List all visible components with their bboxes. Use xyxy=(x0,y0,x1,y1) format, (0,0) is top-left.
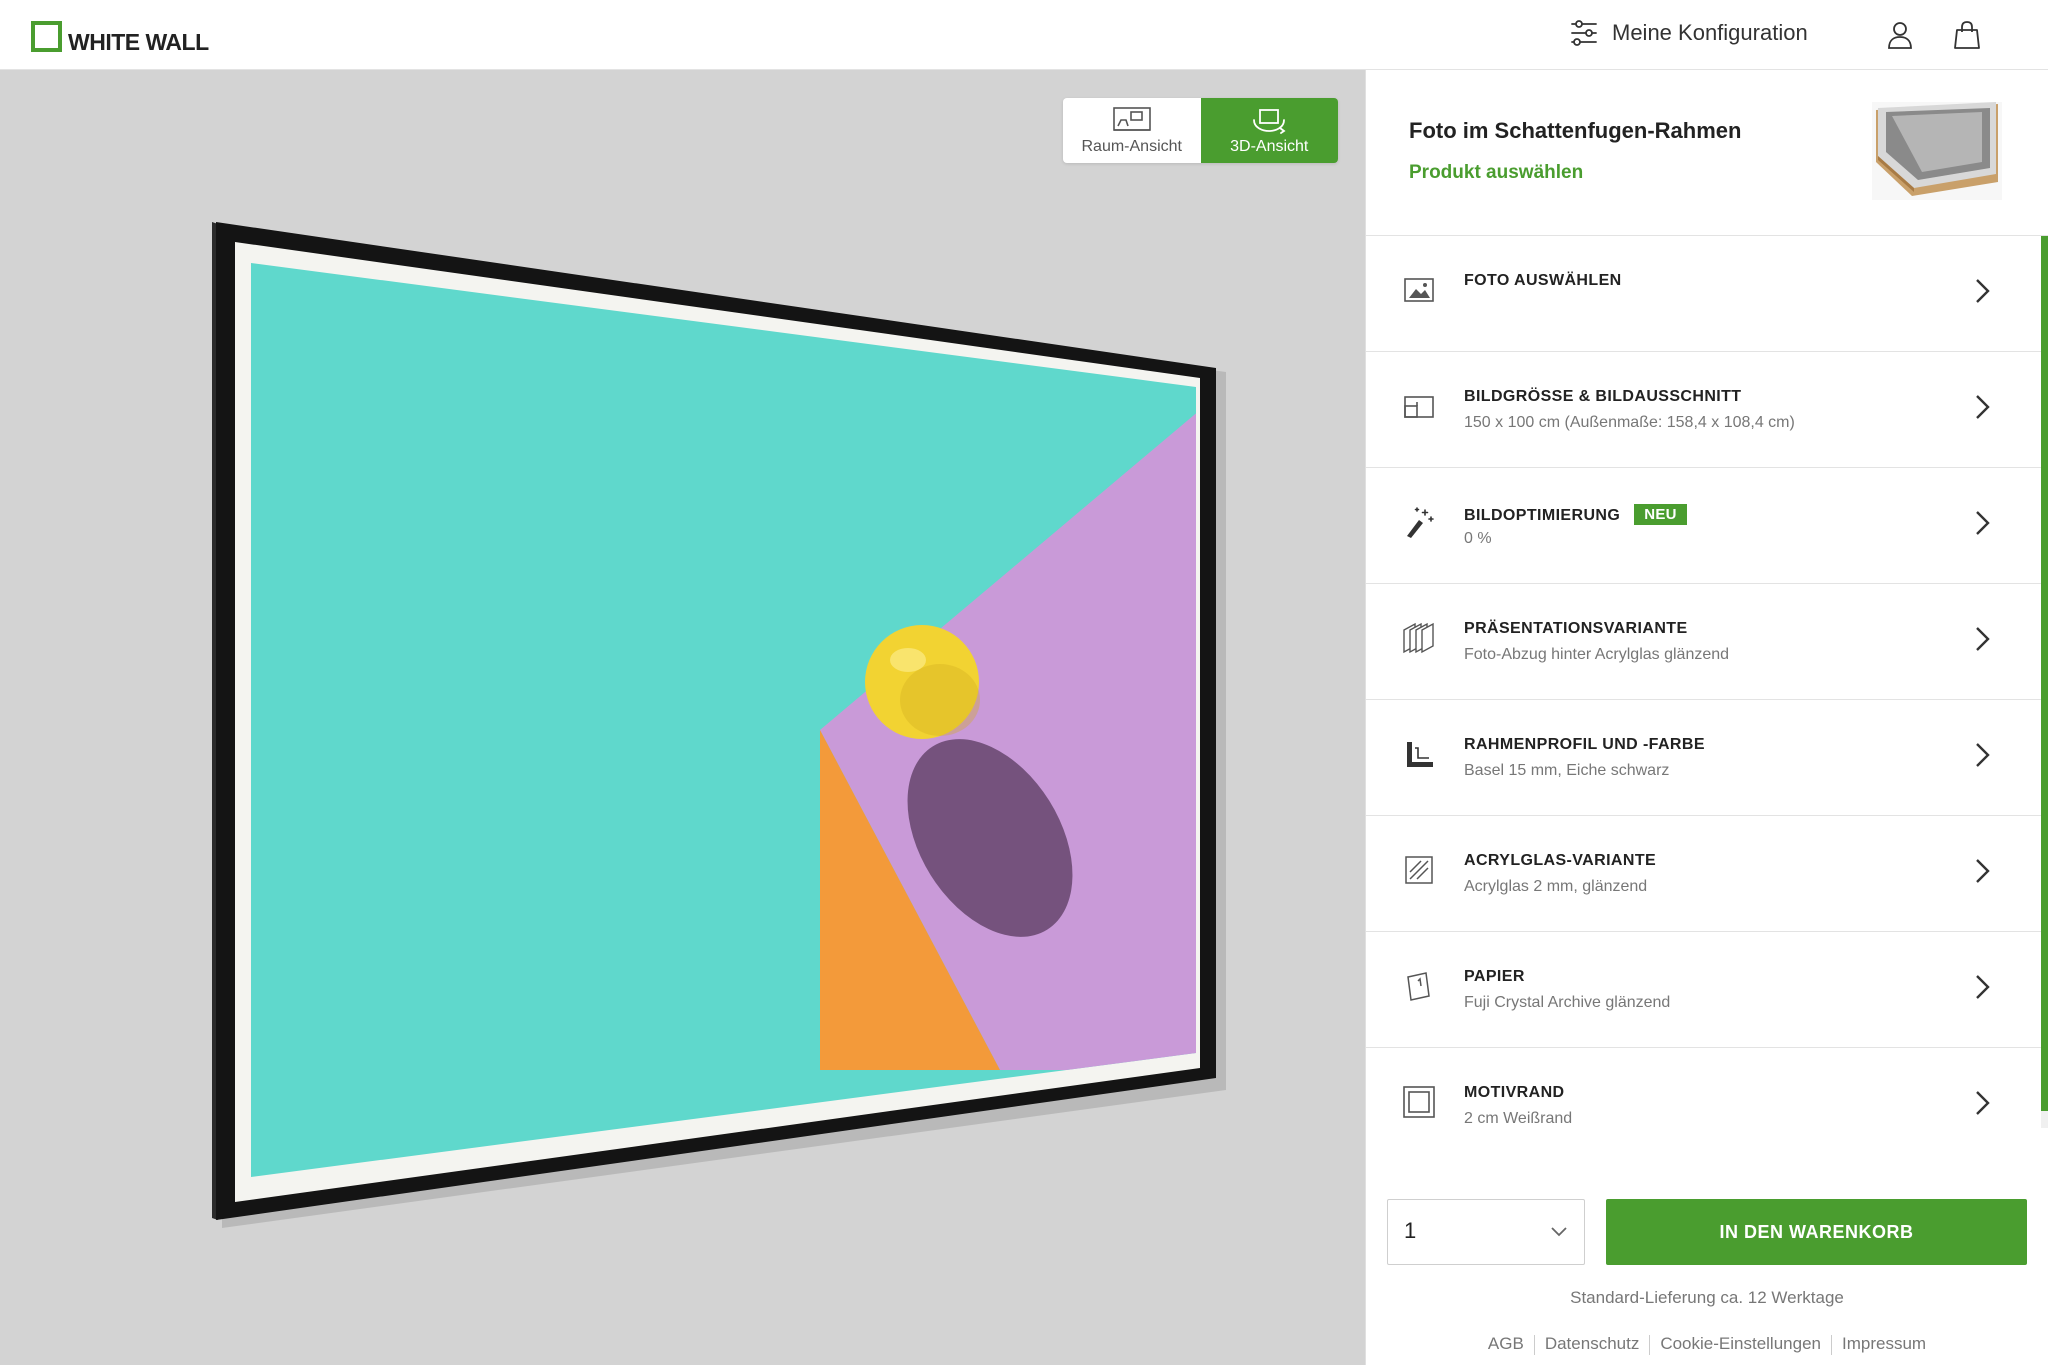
option-value: Fuji Crystal Archive glänzend xyxy=(1464,994,1671,1011)
option-foto-auswaehlen[interactable]: FOTO AUSWÄHLEN xyxy=(1366,236,2041,352)
option-motivrand[interactable]: MOTIVRAND 2 cm Weißrand xyxy=(1366,1048,2041,1128)
footer-link-cookie-settings[interactable]: Cookie-Einstellungen xyxy=(1650,1334,1831,1355)
whitewall-logo[interactable]: WHITE WALL xyxy=(31,18,209,54)
chevron-right-icon xyxy=(1976,279,1990,303)
option-value: 150 x 100 cm (Außenmaße: 158,4 x 108,4 c… xyxy=(1464,414,1795,431)
option-title: BILDGRÖSSE & BILDAUSSCHNITT xyxy=(1464,388,1742,405)
border-icon xyxy=(1403,1086,1435,1118)
option-bildgroesse[interactable]: BILDGRÖSSE & BILDAUSSCHNITT 150 x 100 cm… xyxy=(1366,352,2041,468)
product-title: Foto im Schattenfugen-Rahmen xyxy=(1409,118,1742,143)
footer-links: AGB Datenschutz Cookie-Einstellungen Imp… xyxy=(1366,1334,2048,1355)
quantity-select[interactable]: 1 xyxy=(1387,1199,1585,1265)
option-papier[interactable]: PAPIER Fuji Crystal Archive glänzend xyxy=(1366,932,2041,1048)
delivery-info: Standard-Lieferung ca. 12 Werktage xyxy=(1570,1288,1844,1307)
option-value: Basel 15 mm, Eiche schwarz xyxy=(1464,762,1670,779)
option-title: MOTIVRAND xyxy=(1464,1084,1565,1101)
chevron-right-icon xyxy=(1976,743,1990,767)
option-title: PAPIER xyxy=(1464,968,1525,985)
option-value: 2 cm Weißrand xyxy=(1464,1110,1573,1127)
option-title: ACRYLGLAS-VARIANTE xyxy=(1464,852,1657,869)
chevron-down-icon xyxy=(1551,1227,1567,1237)
product-preview-viewer[interactable]: Raum-Ansicht 3D-Ansicht xyxy=(0,70,1365,1365)
option-rahmenprofil[interactable]: RAHMENPROFIL UND -FARBE Basel 15 mm, Eic… xyxy=(1366,700,2041,816)
room-view-label: Raum-Ansicht xyxy=(1081,137,1182,155)
option-title: PRÄSENTATIONSVARIANTE xyxy=(1464,620,1688,637)
3d-view-label: 3D-Ansicht xyxy=(1230,137,1309,155)
magic-wand-icon xyxy=(1407,507,1434,538)
option-acrylglas-variante[interactable]: ACRYLGLAS-VARIANTE Acrylglas 2 mm, glänz… xyxy=(1366,816,2041,932)
configurator-panel: Foto im Schattenfugen-Rahmen Produkt aus… xyxy=(1365,70,2048,1365)
select-product-link[interactable]: Produkt auswählen xyxy=(1409,162,1583,184)
3d-rotate-icon xyxy=(1253,108,1286,134)
acrylic-glass-icon xyxy=(1405,856,1433,884)
sliders-icon xyxy=(1571,20,1597,46)
crop-size-icon xyxy=(1404,396,1434,418)
product-header: Foto im Schattenfugen-Rahmen Produkt aus… xyxy=(1366,70,2048,236)
shopping-bag-icon[interactable] xyxy=(1952,20,1982,50)
chevron-right-icon xyxy=(1976,627,1990,651)
quantity-value: 1 xyxy=(1404,1218,1417,1243)
options-list: FOTO AUSWÄHLEN BILDGRÖSSE & BILDAUSSCHNI… xyxy=(1366,236,2048,1128)
paper-icon xyxy=(1407,972,1430,1001)
view-toggle: Raum-Ansicht 3D-Ansicht xyxy=(1063,98,1338,163)
option-title: BILDOPTIMIERUNG NEU xyxy=(1464,504,1687,525)
option-value: Foto-Abzug hinter Acrylglas glänzend xyxy=(1464,646,1730,663)
layers-icon xyxy=(1403,622,1434,654)
option-title-text: BILDOPTIMIERUNG xyxy=(1464,507,1621,524)
product-thumbnail[interactable] xyxy=(1872,102,2002,200)
option-value: Acrylglas 2 mm, glänzend xyxy=(1464,878,1648,895)
logo-square-icon xyxy=(31,21,62,52)
chevron-right-icon xyxy=(1976,859,1990,883)
image-icon xyxy=(1404,278,1434,302)
footer-link-agb[interactable]: AGB xyxy=(1478,1334,1534,1355)
framed-artwork-3d-preview xyxy=(212,222,1226,1228)
top-header: WHITE WALL Meine Konfiguration xyxy=(0,0,2048,70)
logo-text: WHITE WALL xyxy=(68,29,209,55)
option-title: FOTO AUSWÄHLEN xyxy=(1464,272,1622,289)
photo-print xyxy=(251,263,1196,1177)
my-configuration-link[interactable]: Meine Konfiguration xyxy=(1570,20,1808,46)
user-icon[interactable] xyxy=(1885,20,1915,50)
footer-link-datenschutz[interactable]: Datenschutz xyxy=(1535,1334,1650,1355)
room-view-icon xyxy=(1112,106,1151,131)
3d-view-button[interactable]: 3D-Ansicht xyxy=(1200,98,1338,163)
room-view-button[interactable]: Raum-Ansicht xyxy=(1063,98,1201,163)
chevron-right-icon xyxy=(1976,395,1990,419)
add-to-cart-button[interactable]: IN DEN WARENKORB xyxy=(1606,1199,2027,1265)
footer-link-impressum[interactable]: Impressum xyxy=(1832,1334,1936,1355)
new-badge: NEU xyxy=(1634,504,1687,525)
config-label: Meine Konfiguration xyxy=(1612,20,1808,45)
option-praesentationsvariante[interactable]: PRÄSENTATIONSVARIANTE Foto-Abzug hinter … xyxy=(1366,584,2041,700)
chevron-right-icon xyxy=(1976,1091,1990,1115)
frame-profile-icon xyxy=(1407,742,1433,767)
chevron-right-icon xyxy=(1976,511,1990,535)
option-value: 0 % xyxy=(1464,530,1492,547)
option-title: RAHMENPROFIL UND -FARBE xyxy=(1464,736,1705,753)
option-bildoptimierung[interactable]: BILDOPTIMIERUNG NEU 0 % xyxy=(1366,468,2041,584)
chevron-right-icon xyxy=(1976,975,1990,999)
